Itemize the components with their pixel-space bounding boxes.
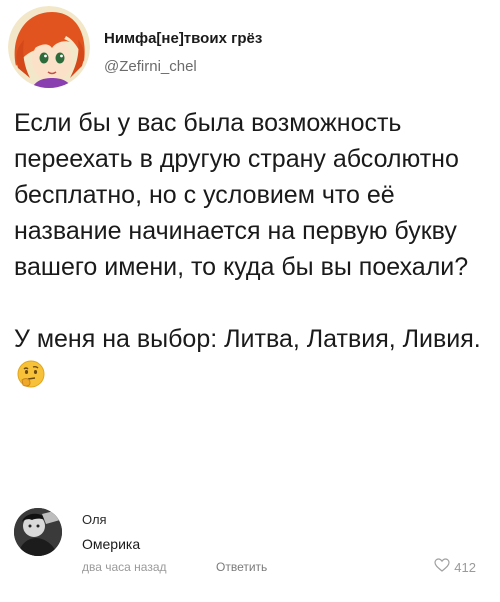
post-body: Если бы у вас была возможность переехать… — [14, 105, 490, 393]
author-avatar[interactable] — [8, 6, 90, 88]
user-photo-avatar-icon — [14, 508, 62, 556]
author-handle[interactable]: @Zefirni_chel — [104, 58, 197, 75]
author-name[interactable]: Нимфа[не]твоих грёз — [104, 30, 262, 47]
post-header: Нимфа[не]твоих грёз @Zefirni_chel — [8, 6, 488, 88]
post-text-paragraph-1: Если бы у вас была возможность переехать… — [14, 109, 469, 281]
anime-avatar-icon — [8, 6, 90, 88]
comment-text: Омерика — [82, 536, 141, 552]
comment: Оля Омерика два часа назад Ответить 412 — [12, 500, 490, 590]
comment-author[interactable]: Оля — [82, 512, 107, 527]
post-text-paragraph-2: У меня на выбор: Литва, Латвия, Ливия. — [14, 325, 481, 353]
reply-button[interactable]: Ответить — [216, 560, 267, 574]
like-button[interactable]: 412 — [434, 557, 476, 577]
post-text-paragraph-2-wrapper: У меня на выбор: Литва, Латвия, Ливия. — [14, 321, 490, 393]
thinking-face-icon — [16, 359, 46, 389]
comment-avatar[interactable] — [14, 508, 62, 556]
heart-outline-icon — [434, 557, 450, 577]
comment-timestamp: два часа назад — [82, 560, 167, 574]
like-count: 412 — [454, 559, 476, 575]
